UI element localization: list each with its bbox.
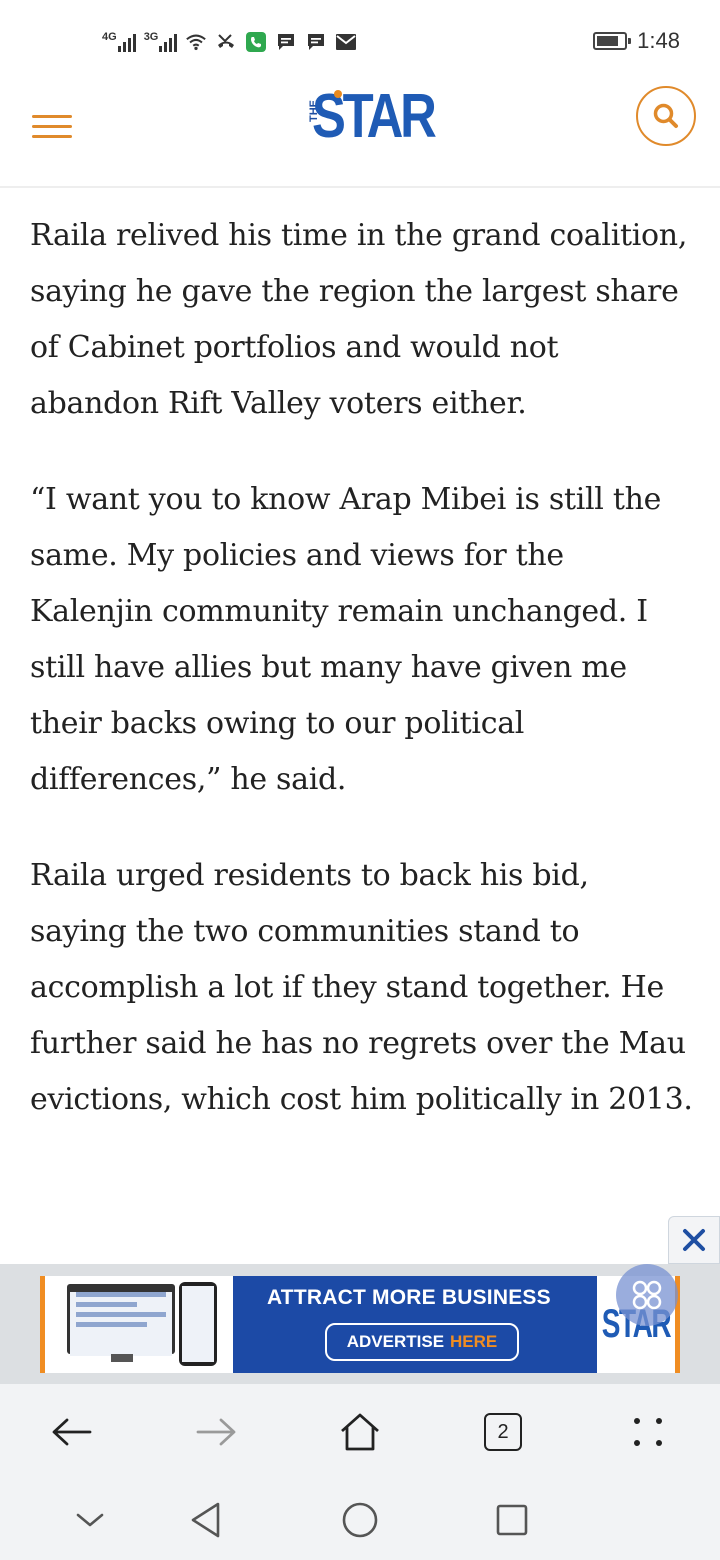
site-header: THE STAR: [0, 80, 720, 188]
article-paragraph: Raila relived his time in the grand coal…: [30, 218, 688, 421]
missed-call-icon: [215, 32, 237, 52]
network-type-label: 4G: [102, 31, 117, 43]
tab-count: 2: [484, 1413, 522, 1451]
site-logo[interactable]: THE STAR: [304, 82, 437, 152]
forward-arrow-icon[interactable]: [188, 1404, 244, 1460]
devices-illustration: [45, 1276, 233, 1373]
floating-apps-button[interactable]: [616, 1264, 678, 1326]
ad-cta-accent: HERE: [450, 1332, 498, 1351]
browser-toolbar: 2: [0, 1384, 720, 1480]
hamburger-menu-icon[interactable]: [32, 104, 76, 148]
article-body: Raila relived his time in the grand coal…: [30, 208, 694, 1168]
status-bar: 4G 3G 1:48: [0, 0, 720, 80]
ad-cta-main: ADVERTISE: [346, 1332, 445, 1351]
recents-square-icon[interactable]: [484, 1492, 540, 1548]
system-navigation-bar: [0, 1480, 720, 1560]
home-circle-icon[interactable]: [332, 1492, 388, 1548]
logo-star-dot: [334, 90, 342, 98]
collapse-chevron-icon[interactable]: [62, 1492, 118, 1548]
advertise-here-button[interactable]: ADVERTISE HERE: [325, 1323, 519, 1361]
signal-3g-icon: 3G: [144, 32, 178, 52]
apps-grid-icon: [632, 1280, 662, 1310]
phone-app-icon: [245, 32, 267, 52]
status-time: 1:48: [637, 28, 680, 53]
back-arrow-icon[interactable]: [44, 1404, 100, 1460]
ad-title: ATTRACT MORE BUSINESS: [267, 1286, 551, 1309]
network-type-label: 3G: [143, 31, 159, 43]
signal-4g-icon: 4G: [102, 32, 136, 52]
search-icon[interactable]: [636, 86, 696, 146]
article-paragraph: “I want you to know Arap Mibei is still …: [30, 482, 662, 797]
logo-star-text: STAR: [312, 82, 437, 151]
status-icons-left: 4G 3G: [102, 28, 357, 56]
mail-icon: [335, 32, 357, 52]
advertise-banner[interactable]: ATTRACT MORE BUSINESS ADVERTISE HERE STA…: [40, 1276, 680, 1373]
more-options-icon[interactable]: [620, 1404, 676, 1460]
message-icon: [305, 32, 327, 52]
status-icons-right: 1:48: [593, 28, 680, 54]
tabs-icon[interactable]: 2: [475, 1404, 531, 1460]
close-icon: [683, 1229, 705, 1251]
battery-level-fill: [597, 36, 618, 46]
back-triangle-icon[interactable]: [178, 1492, 234, 1548]
close-ad-button[interactable]: [668, 1216, 720, 1264]
message-icon: [275, 32, 297, 52]
wifi-icon: [185, 32, 207, 52]
battery-icon: [593, 32, 632, 50]
ad-bar: ATTRACT MORE BUSINESS ADVERTISE HERE STA…: [0, 1264, 720, 1384]
article-paragraph: Raila urged residents to back his bid, s…: [30, 858, 693, 1117]
home-icon[interactable]: [332, 1404, 388, 1460]
